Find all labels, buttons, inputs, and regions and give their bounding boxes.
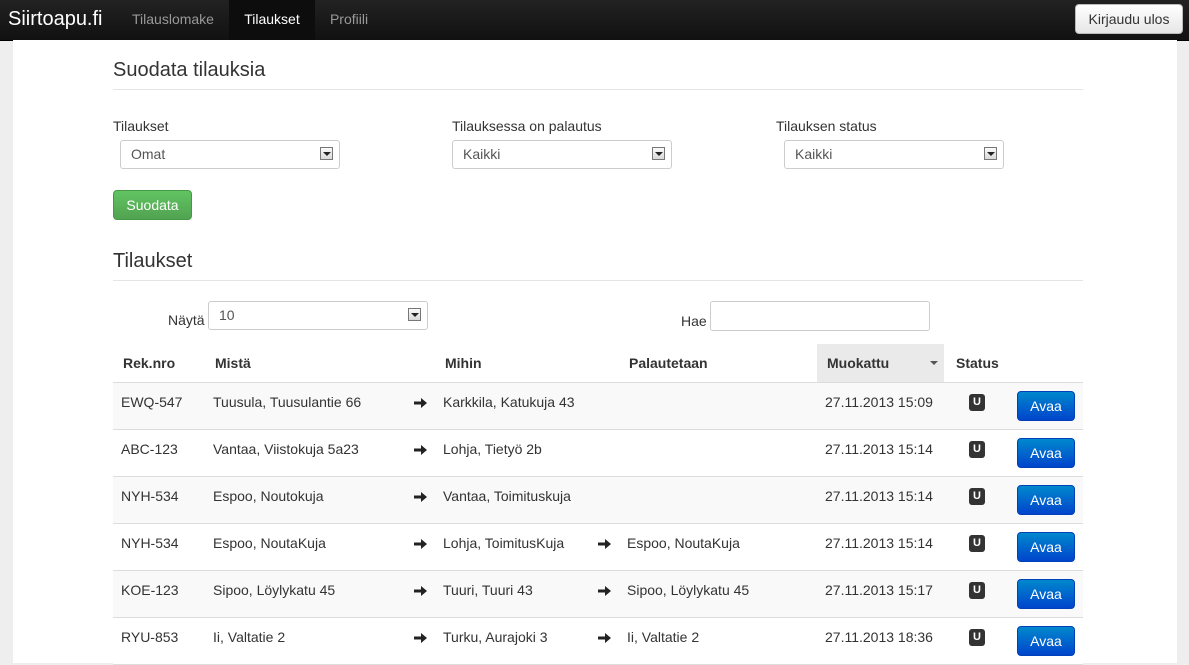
cell-to: Lohja, ToimitusKuja	[443, 535, 565, 551]
cell-reg: NYH-534	[121, 488, 179, 504]
cell-reg: KOE-123	[121, 582, 179, 598]
cell-to: Lohja, Tietyö 2b	[443, 441, 542, 457]
nav-item-order-form[interactable]: Tilauslomake	[118, 0, 228, 40]
cell-to: Vantaa, Toimituskuja	[443, 488, 571, 504]
open-order-button[interactable]: Avaa	[1017, 485, 1075, 515]
orders-filter-select[interactable]: Omat	[120, 140, 340, 169]
cell-to: Turku, Aurajoki 3	[443, 629, 548, 645]
cell-from: Ii, Valtatie 2	[213, 629, 286, 645]
cell-reg: NYH-534	[121, 535, 179, 551]
main-content: Suodata tilauksia Tilaukset Omat Tilauks…	[13, 40, 1177, 665]
nav-item-orders[interactable]: Tilaukset	[229, 0, 315, 40]
table-row: EWQ-547 Tuusula, Tuusulantie 66 Karkkila, …	[113, 383, 1083, 430]
status-filter-label: Tilauksen status	[776, 118, 877, 134]
return-filter-value: Kaikki	[463, 146, 501, 162]
status-badge: U	[969, 488, 985, 505]
table-row: KOE-123 Sipoo, Löylykatu 45 Tuuri, Tuuri 4…	[113, 571, 1083, 618]
chevron-down-icon	[408, 308, 421, 321]
filter-submit-button[interactable]: Suodata	[113, 190, 192, 220]
table-row: RYU-853 Ii, Valtatie 2 Turku, Aurajoki 3 Ii…	[113, 618, 1083, 665]
chevron-down-icon	[984, 147, 997, 160]
search-label: Hae	[681, 313, 707, 329]
cell-from: Vantaa, Viistokuja 5a23	[213, 441, 359, 457]
column-header-status[interactable]: Status	[956, 344, 999, 382]
page-size-select[interactable]: 10	[208, 301, 428, 330]
column-header-modified[interactable]: Muokattu	[817, 344, 944, 382]
arrow-right-icon	[414, 537, 428, 549]
cell-reg: RYU-853	[121, 629, 179, 645]
sort-desc-icon	[930, 361, 938, 365]
arrow-right-icon	[414, 396, 428, 408]
cell-reg: ABC-123	[121, 441, 178, 457]
column-header-to[interactable]: Mihin	[445, 344, 482, 382]
open-order-button[interactable]: Avaa	[1017, 391, 1075, 421]
cell-return: Sipoo, Löylykatu 45	[627, 582, 750, 598]
cell-modified: 27.11.2013 18:36	[825, 629, 933, 645]
open-order-button[interactable]: Avaa	[1017, 579, 1075, 609]
arrow-right-icon	[414, 631, 428, 643]
chevron-down-icon	[320, 147, 333, 160]
cell-modified: 27.11.2013 15:17	[825, 582, 933, 598]
filter-title: Suodata tilauksia	[113, 59, 266, 81]
orders-filter-value: Omat	[131, 146, 166, 162]
status-badge: U	[969, 629, 985, 646]
table-row: ABC-123 Vantaa, Viistokuja 5a23 Lohja, Tie…	[113, 430, 1083, 477]
column-header-modified-label: Muokattu	[827, 355, 890, 371]
cell-reg: EWQ-547	[121, 394, 183, 410]
cell-return: Ii, Valtatie 2	[627, 629, 700, 645]
chevron-down-icon	[652, 147, 665, 160]
filter-divider	[113, 89, 1083, 90]
arrow-right-icon	[414, 584, 428, 596]
cell-modified: 27.11.2013 15:14	[825, 441, 933, 457]
open-order-button[interactable]: Avaa	[1017, 532, 1075, 562]
cell-modified: 27.11.2013 15:14	[825, 488, 933, 504]
status-filter-select[interactable]: Kaikki	[784, 140, 1004, 169]
cell-modified: 27.11.2013 15:14	[825, 535, 933, 551]
status-badge: U	[969, 582, 985, 599]
page-size-value: 10	[219, 307, 235, 323]
status-badge: U	[969, 394, 985, 411]
table-row: NYH-534 Espoo, Noutokuja Vantaa, Toimitusk…	[113, 477, 1083, 524]
page-size-label: Näytä	[168, 312, 205, 328]
cell-to: Tuuri, Tuuri 43	[443, 582, 533, 598]
logout-button[interactable]: Kirjaudu ulos	[1075, 4, 1183, 34]
cell-to: Karkkila, Katukuja 43	[443, 394, 575, 410]
arrow-right-icon	[598, 584, 612, 596]
column-header-return[interactable]: Palautetaan	[629, 344, 708, 382]
table-row: NYH-534 Espoo, NoutaKuja Lohja, ToimitusKu…	[113, 524, 1083, 571]
cell-from: Sipoo, Löylykatu 45	[213, 582, 336, 598]
arrow-right-icon	[598, 537, 612, 549]
open-order-button[interactable]: Avaa	[1017, 626, 1075, 656]
cell-modified: 27.11.2013 15:09	[825, 394, 933, 410]
status-badge: U	[969, 441, 985, 458]
arrow-right-icon	[414, 443, 428, 455]
status-badge: U	[969, 535, 985, 552]
cell-from: Espoo, NoutaKuja	[213, 535, 326, 551]
cell-return: Espoo, NoutaKuja	[627, 535, 740, 551]
status-filter-value: Kaikki	[795, 146, 833, 162]
cell-from: Espoo, Noutokuja	[213, 488, 324, 504]
arrow-right-icon	[414, 490, 428, 502]
navbar: Siirtoapu.fi Tilauslomake Tilaukset Prof…	[0, 0, 1189, 41]
cell-from: Tuusula, Tuusulantie 66	[213, 394, 362, 410]
brand-logo[interactable]: Siirtoapu.fi	[8, 0, 103, 40]
search-input[interactable]	[710, 301, 930, 331]
column-header-reg[interactable]: Rek.nro	[123, 344, 175, 382]
return-filter-label: Tilauksessa on palautus	[452, 118, 602, 134]
orders-title: Tilaukset	[113, 250, 193, 272]
open-order-button[interactable]: Avaa	[1017, 438, 1075, 468]
orders-filter-label: Tilaukset	[113, 118, 169, 134]
nav-item-profile[interactable]: Profiili	[316, 0, 382, 40]
orders-divider	[113, 280, 1083, 281]
arrow-right-icon	[598, 631, 612, 643]
column-header-from[interactable]: Mistä	[215, 344, 251, 382]
return-filter-select[interactable]: Kaikki	[452, 140, 672, 169]
